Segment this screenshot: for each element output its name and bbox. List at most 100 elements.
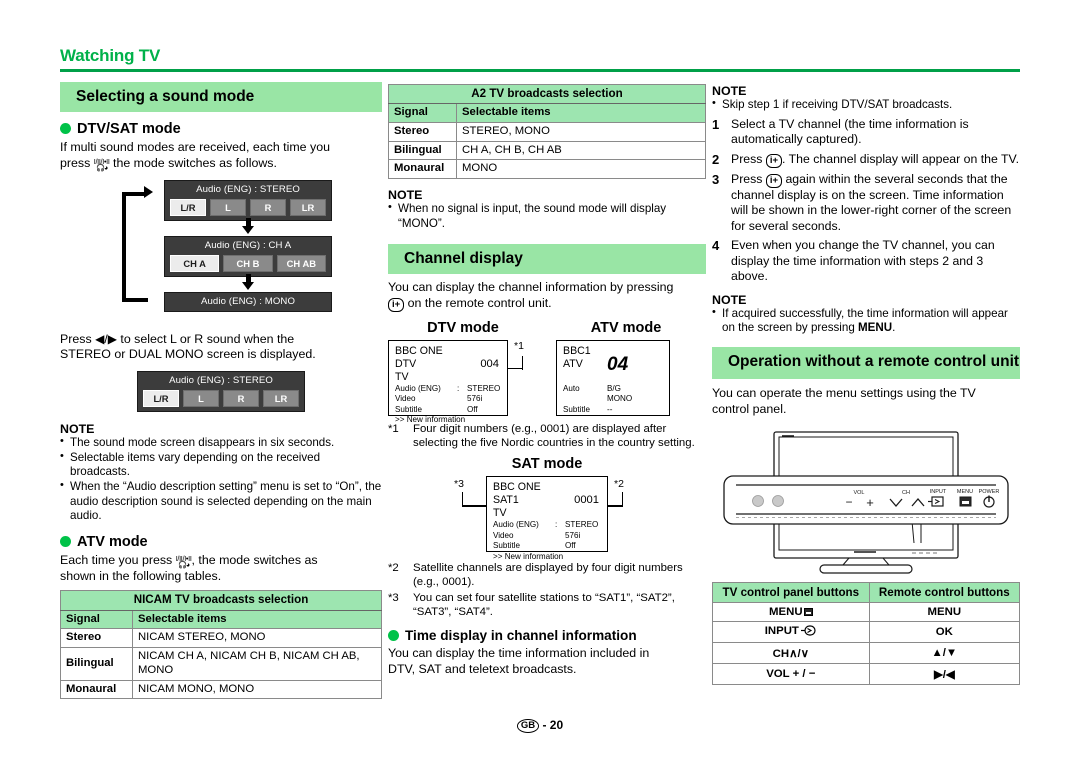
time-text-2: DTV, SAT and teletext broadcasts. bbox=[388, 661, 577, 676]
osd-cells: CH A CH B CH AB bbox=[170, 254, 326, 272]
table-row: Monaural MONO bbox=[388, 159, 706, 180]
svg-text:POWER: POWER bbox=[979, 489, 1000, 495]
press-text: to select L or R sound when the bbox=[120, 331, 295, 346]
info-key-icon: i+ bbox=[765, 173, 783, 188]
procedure-steps: 1 Select a TV channel (the time informat… bbox=[712, 117, 1020, 285]
intro-line1: You can operate the menu settings using … bbox=[712, 386, 976, 401]
svg-text:+: + bbox=[866, 495, 874, 510]
table-cell-items: NICAM STEREO, MONO bbox=[132, 628, 382, 649]
dtv-mode-block: DTV mode BBC ONE DTV 004 TV Audio (ENG) … bbox=[388, 319, 538, 424]
step-text: Press i+. The channel display will appea… bbox=[731, 152, 1019, 168]
flow-arrow-down-icon bbox=[242, 217, 254, 234]
table-cell-items: NICAM MONO, MONO bbox=[132, 679, 382, 700]
atv-paragraph: Each time you press I/II/I•II 🎧◕ , the mo… bbox=[60, 553, 382, 584]
left-right-arrows-icon: ◀/▶ bbox=[95, 331, 117, 346]
footnote-leader-3 bbox=[460, 484, 488, 512]
note-heading: NOTE bbox=[60, 421, 95, 436]
osd-box-stereo-secondary: Audio (ENG) : STEREO L/R L R LR bbox=[137, 370, 305, 412]
table-row: Bilingual CH A, CH B, CH AB bbox=[388, 140, 706, 161]
note-item: When the “Audio description setting” men… bbox=[60, 479, 382, 524]
menu-glyph-icon bbox=[803, 607, 813, 616]
dtv-text-line2: the mode switches as follows. bbox=[113, 156, 277, 170]
table-row: MENU MENU bbox=[712, 601, 1021, 622]
screen-row-value: Off bbox=[565, 541, 576, 551]
note-heading: NOTE bbox=[712, 292, 747, 307]
screen-row: Auto B/G bbox=[563, 384, 663, 395]
screen-new-information: >> New information bbox=[395, 415, 466, 425]
osd-cell: CH B bbox=[223, 254, 273, 272]
subheading-dtv-sat-mode: DTV/SAT mode bbox=[60, 121, 382, 137]
footnote-text: Satellite channels are displayed by four… bbox=[413, 562, 683, 589]
screen-row: Subtitle Off bbox=[395, 405, 501, 416]
footnote-marker-3: *3 bbox=[454, 478, 464, 491]
step-text: Press i+ again within the several second… bbox=[731, 172, 1020, 234]
intro-line2: control panel. bbox=[712, 402, 787, 417]
tv-illustration-svg: VOL − + CH INPUT MENU POWER bbox=[723, 431, 1009, 574]
operation-intro: You can operate the menu settings using … bbox=[712, 386, 1020, 417]
table-cell-panel: CH∧/∨ bbox=[712, 641, 870, 664]
manual-page: Watching TV Selecting a sound mode DTV/S… bbox=[0, 0, 1080, 763]
subheading-atv-mode: ATV mode bbox=[60, 534, 382, 550]
running-head-title: Watching TV bbox=[60, 46, 161, 65]
screen-number: 0001 bbox=[574, 494, 599, 507]
table-row: TV control panel buttons Remote control … bbox=[712, 581, 1021, 603]
osd-cell: L bbox=[210, 198, 246, 216]
note-text-end: . bbox=[892, 321, 896, 335]
step-number: 1 bbox=[712, 116, 720, 132]
screen-row-label: Subtitle bbox=[493, 541, 520, 551]
green-dot-icon bbox=[60, 536, 71, 548]
note-item: Selectable items vary depending on the r… bbox=[60, 450, 382, 480]
running-head: Watching TV bbox=[60, 46, 1020, 72]
column-right: NOTE Skip step 1 if receiving DTV/SAT br… bbox=[712, 84, 1021, 685]
screen-tv-label: TV bbox=[395, 370, 409, 383]
table-cell-items: MONO bbox=[456, 159, 706, 180]
table-row: NICAM TV broadcasts selection bbox=[60, 590, 382, 611]
step-number: 4 bbox=[712, 238, 720, 254]
dtv-text-press: press bbox=[60, 156, 91, 170]
screen-row-label: Audio (ENG) bbox=[493, 520, 539, 530]
note-item: The sound mode screen disappears in six … bbox=[60, 435, 382, 451]
footnote-1: *1 Four digit numbers (e.g., 0001) are d… bbox=[388, 422, 706, 451]
table-row: Stereo NICAM STEREO, MONO bbox=[60, 628, 382, 649]
dtv-mode-title: DTV mode bbox=[427, 319, 499, 336]
table-caption: A2 TV broadcasts selection bbox=[388, 83, 706, 105]
step-item: 1 Select a TV channel (the time informat… bbox=[712, 117, 1020, 148]
step-item: 4 Even when you change the TV channel, y… bbox=[712, 238, 1020, 284]
time-text-1: You can display the time information inc… bbox=[388, 646, 650, 661]
svg-text:MENU: MENU bbox=[957, 489, 973, 495]
atv-text-2: , the mode switches as bbox=[191, 553, 318, 568]
note-list: If acquired successfully, the time infor… bbox=[712, 306, 1020, 336]
info-key-icon: i+ bbox=[388, 297, 405, 312]
table-cell-remote: OK bbox=[868, 620, 1021, 643]
osd-title: Audio (ENG) : STEREO bbox=[196, 183, 300, 195]
svg-text:INPUT: INPUT bbox=[930, 489, 947, 495]
table-row: VOL + / − ▶/◀ bbox=[712, 662, 1021, 685]
table-header-items: Selectable items bbox=[132, 609, 382, 630]
svg-text:VOL: VOL bbox=[853, 490, 864, 496]
note-heading: NOTE bbox=[388, 188, 423, 203]
press-arrows-paragraph: Press ◀/▶ to select L or R sound when th… bbox=[60, 332, 382, 363]
osd-cell: R bbox=[250, 198, 286, 216]
table-cell-items: CH A, CH B, CH AB bbox=[456, 140, 706, 161]
osd-cell: R bbox=[223, 389, 259, 407]
locale-badge: GB bbox=[516, 719, 540, 733]
screen-row-value: STEREO bbox=[565, 520, 599, 530]
step-item: 2 Press i+. The channel display will app… bbox=[712, 152, 1020, 168]
time-display-paragraph: You can display the time information inc… bbox=[388, 646, 706, 677]
section-heading-channel-display: Channel display bbox=[388, 243, 706, 275]
table-cell-panel: MENU bbox=[712, 601, 870, 622]
screen-channel-name: BBC ONE bbox=[395, 344, 443, 357]
table-cell-items: NICAM CH A, NICAM CH B, NICAM CH AB, MON… bbox=[132, 647, 382, 681]
screen-row-value: B/G bbox=[607, 383, 621, 393]
table-cell-remote: ▶/◀ bbox=[868, 662, 1021, 685]
loop-arrow-icon bbox=[122, 185, 168, 302]
step-text-pre: Press bbox=[731, 151, 763, 166]
input-glyph-icon bbox=[800, 625, 817, 639]
step-text: Even when you change the TV channel, you… bbox=[731, 238, 995, 284]
section-heading-sound-mode: Selecting a sound mode bbox=[60, 82, 382, 113]
footnote-marker: *3 bbox=[388, 591, 399, 604]
screen-row: Video 576i bbox=[395, 394, 501, 405]
note-heading: NOTE bbox=[712, 84, 747, 98]
screen-row: Video 576i bbox=[493, 531, 601, 542]
mode-screens-row: DTV mode BBC ONE DTV 004 TV Audio (ENG) … bbox=[388, 319, 706, 424]
